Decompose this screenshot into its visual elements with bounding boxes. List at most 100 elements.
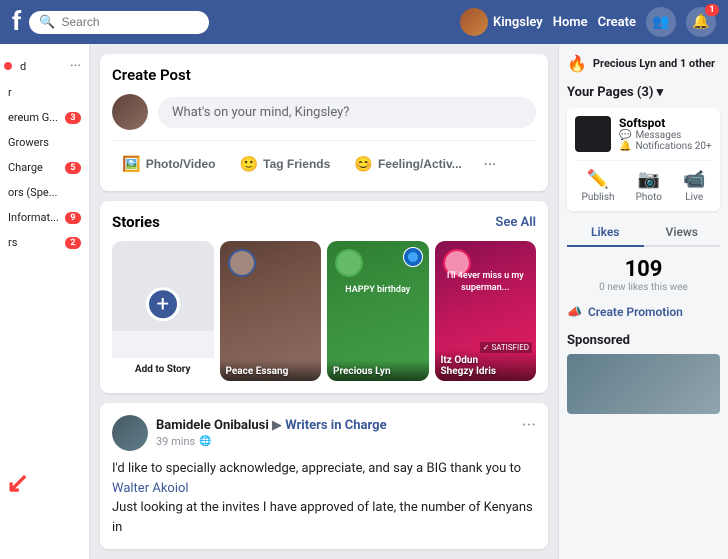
create-promotion-button[interactable]: 📣 Create Promotion <box>567 299 720 325</box>
nav-home-link[interactable]: Home <box>553 15 588 30</box>
sidebar-ellipsis-icon[interactable]: ··· <box>70 58 81 74</box>
post-body-line2: Just looking at the invites I have appro… <box>112 498 536 537</box>
search-icon: 🔍 <box>39 15 55 30</box>
tag-friends-button[interactable]: 🙂 Tag Friends <box>229 149 340 179</box>
photo-action[interactable]: 📷 Photo <box>636 169 662 203</box>
feeling-icon: 😊 <box>354 155 373 173</box>
post-placeholder[interactable]: What's on your mind, Kingsley? <box>158 97 536 128</box>
story-message-text: I'll 4ever miss u my superman... <box>439 271 533 294</box>
post-body-link[interactable]: Walter Akoiol <box>112 481 189 496</box>
post-user-info: Bamidele Onibalusi ▶ Writers in Charge 3… <box>112 415 387 451</box>
tag-friends-label: Tag Friends <box>263 157 330 171</box>
story-overlay-text: HAPPY birthday <box>327 281 429 299</box>
feeling-button[interactable]: 😊 Feeling/Activ... <box>344 149 471 179</box>
stats-tabs: Likes Views <box>567 219 720 247</box>
page-avatar <box>575 116 611 152</box>
sidebar-item-label: r <box>8 86 12 99</box>
sidebar-item-d[interactable]: d ··· <box>0 52 89 80</box>
story-name-peace: Peace Essang <box>226 366 316 377</box>
nav-right: Kingsley Home Create 👥 🔔 1 <box>460 7 716 37</box>
notifications-label: Notifications 20+ <box>635 141 711 152</box>
sidebar-item-r[interactable]: r <box>0 80 89 105</box>
post-body: I'd like to specially acknowledge, appre… <box>112 459 536 537</box>
story-card-precious[interactable]: HAPPY birthday Precious Lyn <box>327 241 429 381</box>
page-container: d ··· r ereum G... 3 Growers Charge 5 or… <box>0 44 728 559</box>
live-action[interactable]: 📹 Live <box>683 169 705 203</box>
sidebar-badge: 2 <box>65 237 81 249</box>
page-notifications-row: 🔔 Notifications 20+ <box>619 141 712 152</box>
story-gradient-precious: Precious Lyn <box>327 360 429 381</box>
notification-fire-icon: 🔥 <box>567 54 587 73</box>
story-card-add[interactable]: + Add to Story <box>112 241 214 381</box>
page-card-header: Softspot 💬 Messages 🔔 Notifications 20+ <box>575 116 712 152</box>
post-meta: Bamidele Onibalusi ▶ Writers in Charge 3… <box>156 418 387 448</box>
sidebar-item-ors[interactable]: ors (Spe... <box>0 180 89 205</box>
red-arrow-indicator: ↙ <box>6 466 29 499</box>
post-more-button[interactable]: ··· <box>522 415 536 436</box>
tag-friends-icon: 🙂 <box>239 155 258 173</box>
post-actions-row: 🖼️ Photo/Video 🙂 Tag Friends 😊 Feeling/A… <box>112 140 536 179</box>
sidebar-item-informat[interactable]: Informat... 9 <box>0 205 89 230</box>
photo-video-button[interactable]: 🖼️ Photo/Video <box>112 149 225 179</box>
publish-icon: ✏️ <box>587 169 609 190</box>
page-info: Softspot 💬 Messages 🔔 Notifications 20+ <box>619 116 712 152</box>
stories-title: Stories <box>112 213 160 231</box>
top-navigation: f 🔍 Kingsley Home Create 👥 🔔 1 <box>0 0 728 44</box>
post-user-avatar <box>112 94 148 130</box>
sidebar-item-charge[interactable]: Charge 5 <box>0 155 89 180</box>
sidebar-badge: 3 <box>65 112 81 124</box>
post-time: 39 mins <box>156 435 195 448</box>
page-actions: ✏️ Publish 📷 Photo 📹 Live <box>575 160 712 203</box>
megaphone-icon: 📣 <box>567 305 582 319</box>
friends-icon-button[interactable]: 👥 <box>646 7 676 37</box>
sidebar-badge: 9 <box>65 212 81 224</box>
nav-user: Kingsley <box>460 8 543 36</box>
publish-action[interactable]: ✏️ Publish <box>582 169 615 203</box>
photo-video-icon: 🖼️ <box>122 155 141 173</box>
see-all-link[interactable]: See All <box>495 215 536 230</box>
messages-label: Messages <box>635 130 681 141</box>
more-options-button[interactable]: ··· <box>476 151 505 178</box>
story-card-peace[interactable]: Peace Essang <box>220 241 322 381</box>
story-gradient-itz: Itz OdunShegzy Idris <box>435 349 537 381</box>
post-header: Bamidele Onibalusi ▶ Writers in Charge 3… <box>112 415 536 451</box>
sidebar-item-label: Charge <box>8 161 43 174</box>
avatar <box>460 8 488 36</box>
story-gradient: Peace Essang <box>220 360 322 381</box>
sidebar-item-label: ereum G... <box>8 111 58 124</box>
story-card-itz[interactable]: I'll 4ever miss u my superman... ✓ SATIS… <box>435 241 537 381</box>
sidebar-item-growers[interactable]: Growers <box>0 130 89 155</box>
sidebar-item-label: rs <box>8 236 17 249</box>
nav-username: Kingsley <box>493 15 543 30</box>
facebook-logo: f <box>12 7 21 37</box>
sidebar-item-label: Informat... <box>8 211 59 224</box>
search-input[interactable] <box>62 15 182 29</box>
nav-create-link[interactable]: Create <box>598 15 636 30</box>
story-name-precious: Precious Lyn <box>333 366 423 377</box>
sidebar-item-ereum[interactable]: ereum G... 3 <box>0 105 89 130</box>
photo-icon: 📷 <box>638 169 660 190</box>
stories-row: + Add to Story Peace Essang <box>112 241 536 381</box>
sidebar-badge: 5 <box>65 162 81 174</box>
story-avatar-peace <box>228 249 256 277</box>
notification-text: Precious Lyn and 1 other <box>593 57 715 70</box>
sidebar-item-rs[interactable]: rs 2 <box>0 230 89 255</box>
tab-views[interactable]: Views <box>644 219 721 247</box>
your-pages-title: Your Pages (3) ▾ <box>567 85 720 100</box>
create-post-title: Create Post <box>112 66 536 84</box>
feed-post: Bamidele Onibalusi ▶ Writers in Charge 3… <box>100 403 548 549</box>
notifications-icon-button[interactable]: 🔔 1 <box>686 7 716 37</box>
sidebar-item-label: ors (Spe... <box>8 186 57 199</box>
search-bar[interactable]: 🔍 <box>29 11 209 34</box>
tab-likes[interactable]: Likes <box>567 219 644 247</box>
sidebar-dot <box>4 62 12 70</box>
photo-label: Photo <box>636 192 662 203</box>
stories-section: Stories See All + Add to Story Peace Ess… <box>100 201 548 393</box>
page-name: Softspot <box>619 116 712 130</box>
story-avatar-precious <box>335 249 363 277</box>
post-time-row: 39 mins 🌐 <box>156 435 387 448</box>
add-story-plus-icon: + <box>146 287 180 321</box>
photo-video-label: Photo/Video <box>146 157 216 171</box>
stat-label: 0 new likes this wee <box>567 282 720 293</box>
story-circle-icon <box>403 247 423 267</box>
